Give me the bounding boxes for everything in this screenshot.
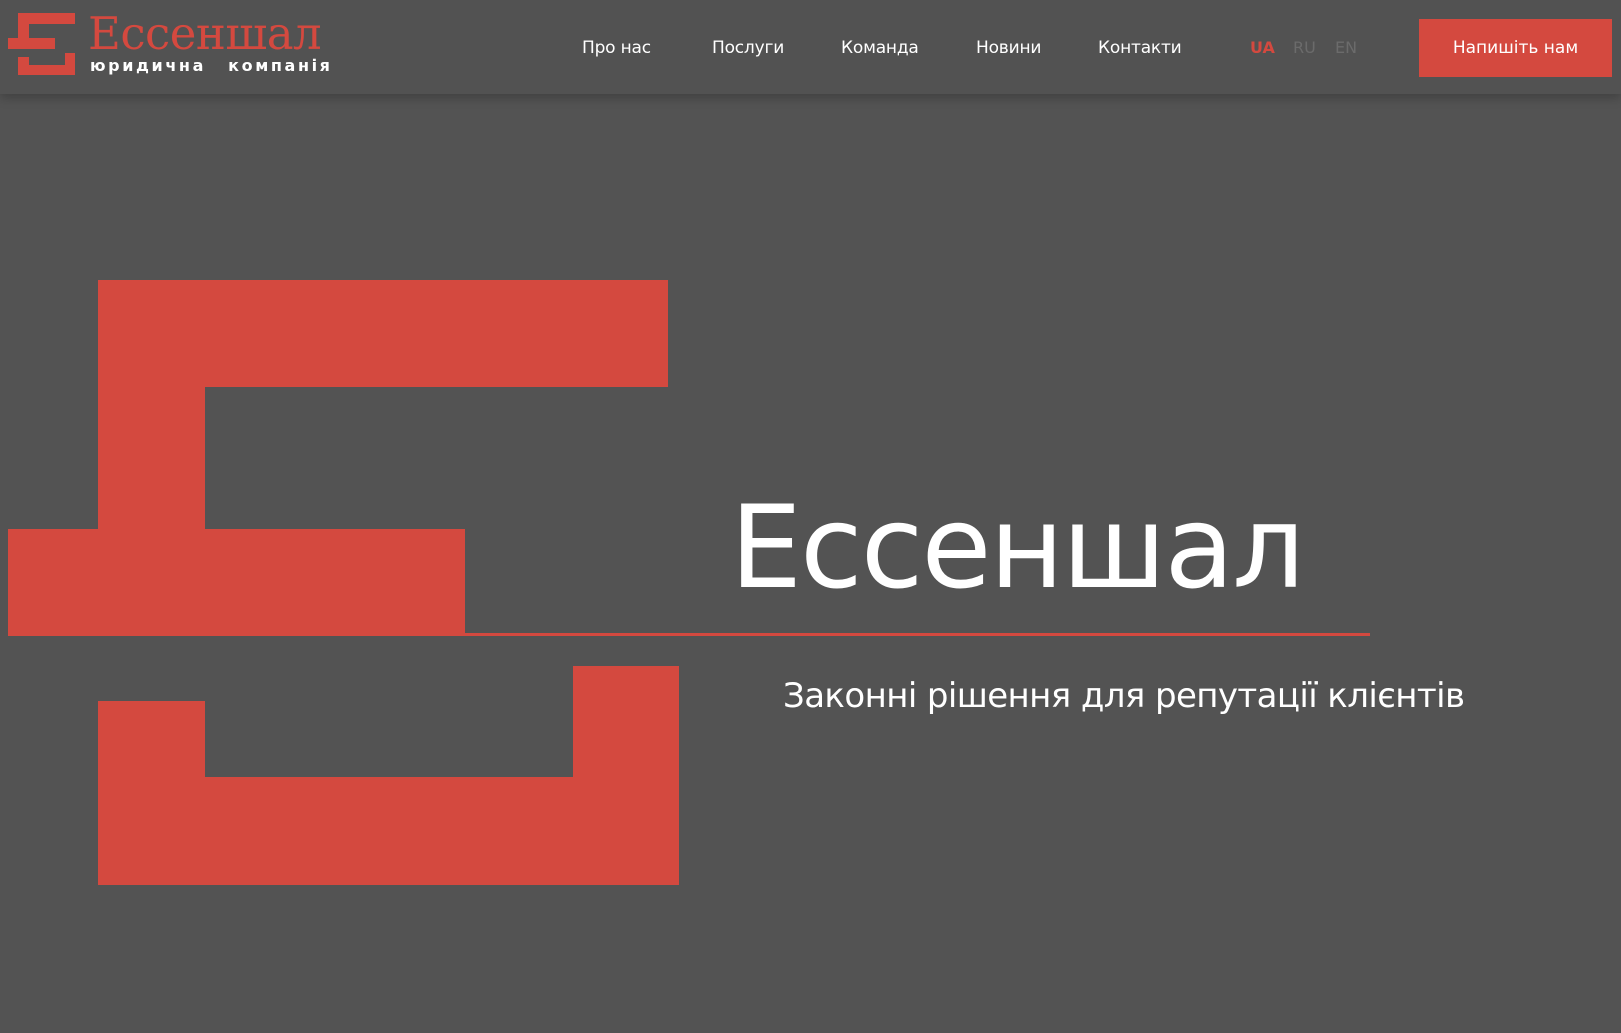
logo-tagline: юридична компанія	[90, 56, 333, 75]
nav-item-services[interactable]: Послуги	[712, 36, 784, 60]
language-ua[interactable]: UA	[1250, 36, 1275, 60]
nav-item-news[interactable]: Новини	[976, 36, 1041, 60]
page: Ессеншал юридична компанія Про нас Послу…	[0, 0, 1621, 1033]
contact-us-button[interactable]: Напишіть нам	[1419, 19, 1612, 77]
nav-item-about[interactable]: Про нас	[582, 36, 651, 60]
nav-item-team[interactable]: Команда	[841, 36, 919, 60]
logo-wordmark: Ессеншал	[88, 7, 322, 60]
language-en[interactable]: EN	[1335, 36, 1357, 60]
logo-link[interactable]: Ессеншал юридична компанія	[0, 0, 340, 94]
site-header: Ессеншал юридична компанія Про нас Послу…	[0, 0, 1621, 94]
nav-item-contacts[interactable]: Контакти	[1098, 36, 1182, 60]
hero-subtitle: Законні рішення для репутації клієнтів	[783, 676, 1465, 716]
language-ru[interactable]: RU	[1293, 36, 1316, 60]
logo-icon	[8, 13, 75, 75]
hero-title: Ессеншал	[730, 481, 1305, 614]
